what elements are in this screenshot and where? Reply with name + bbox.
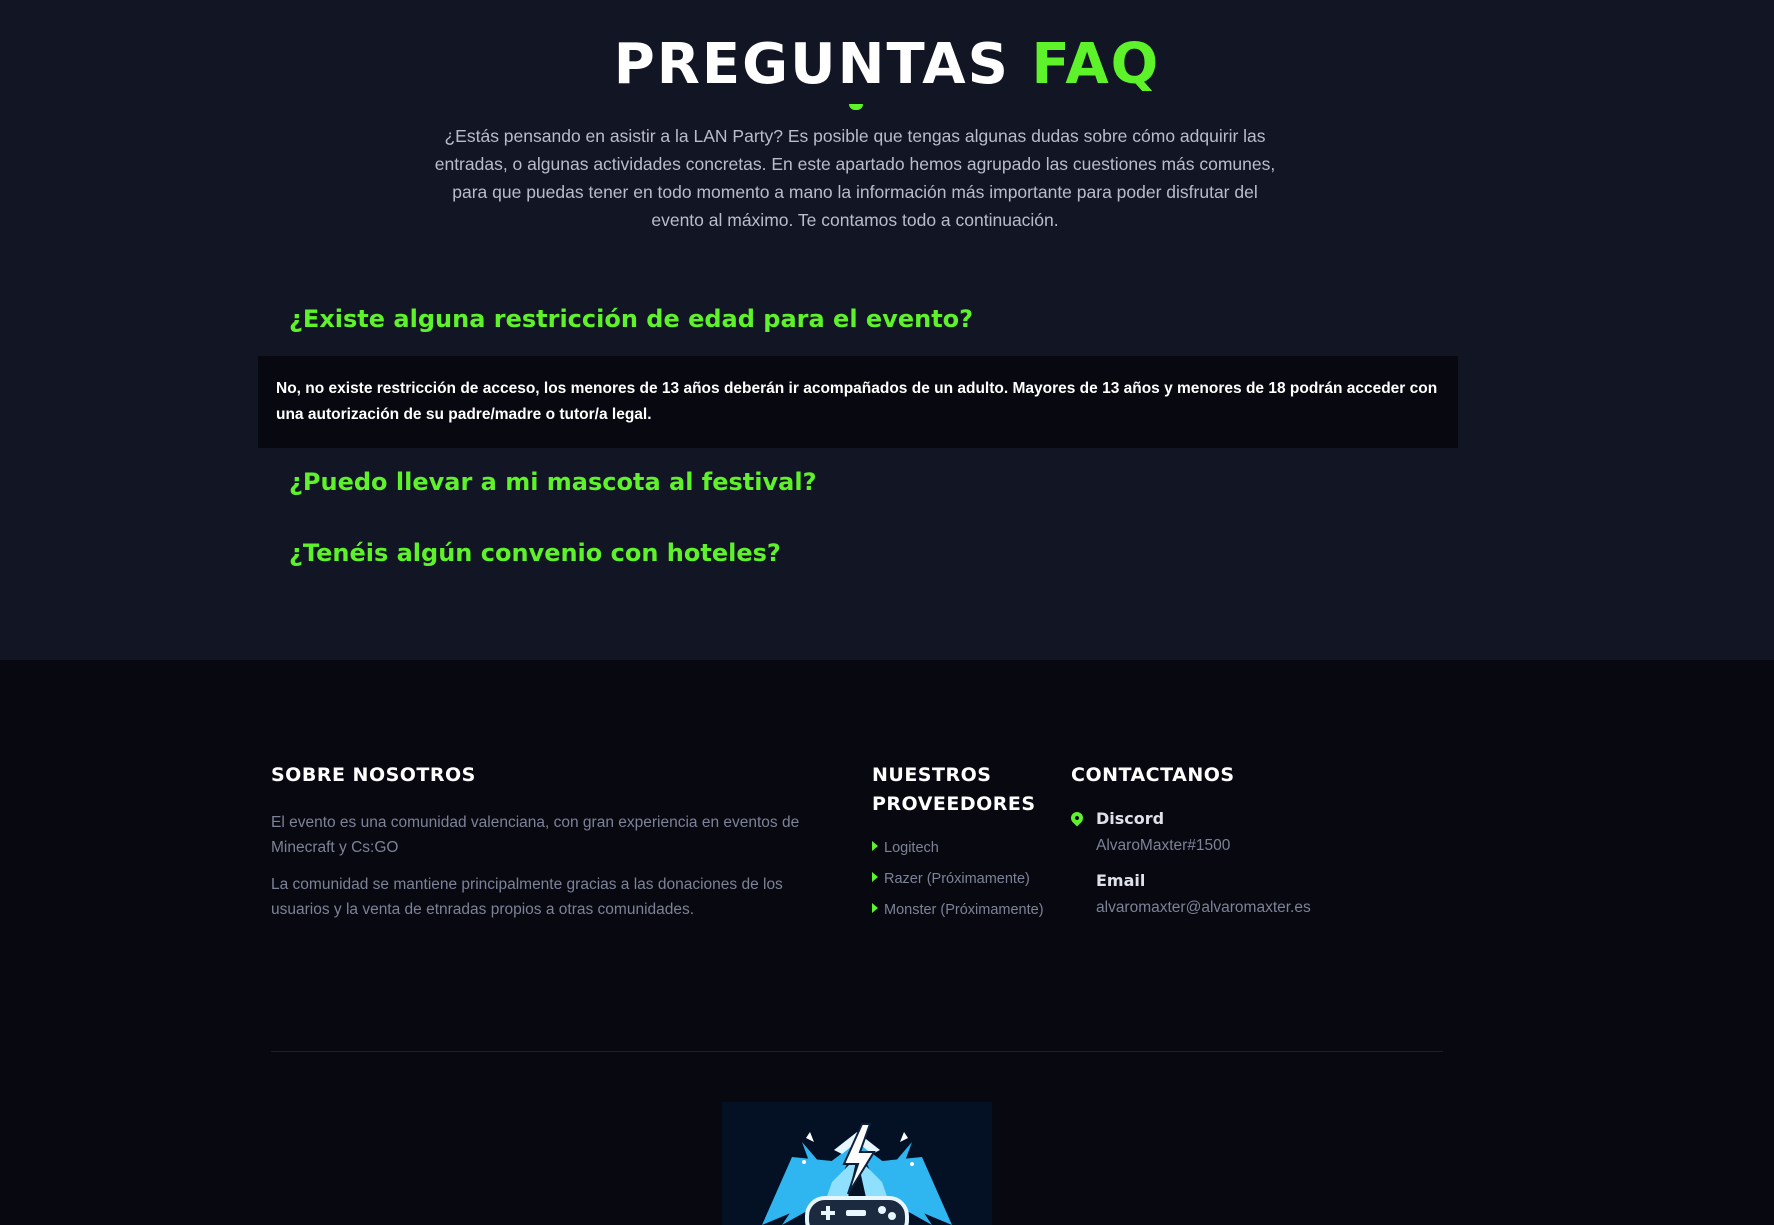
footer-contact-title: CONTACTANOS [1071,764,1235,786]
footer-divider [271,1051,1443,1052]
footer-providers-list: Logitech Razer (Próximamente) Monster (P… [872,836,1052,929]
faq-title: PREGUNTAS FAQ [0,30,1774,100]
faq-intro: ¿Estás pensando en asistir a la LAN Part… [434,126,1276,230]
footer-about-title: SOBRE NOSOTROS [271,764,476,786]
faq-question-hotels[interactable]: ¿Tenéis algún convenio con hoteles? [289,536,781,570]
faq-title-main: PREGUNTAS [613,32,1010,97]
footer-about-paragraph: La comunidad se mantiene principalmente … [271,876,783,918]
provider-item[interactable]: Razer (Próximamente) [872,867,1052,892]
provider-label: Logitech [884,840,939,856]
provider-label: Razer (Próximamente) [884,871,1030,887]
caret-right-icon [872,872,878,882]
provider-item[interactable]: Monster (Próximamente) [872,898,1052,923]
faq-question-age[interactable]: ¿Existe alguna restricción de edad para … [289,302,973,336]
map-pin-icon [1068,809,1086,827]
faq-answer-text: No, no existe restricción de acceso, los… [276,380,1438,423]
faq-title-accent: FAQ [1031,32,1161,97]
contact-email-label: Email [1096,871,1146,890]
provider-item[interactable]: Logitech [872,836,1052,861]
faq-section: PREGUNTAS FAQ ¿Estás pensando en asistir… [0,0,1774,660]
footer-about-paragraph: El evento es una comunidad valenciana, c… [271,814,800,856]
contact-discord-label: Discord [1096,809,1165,828]
contact-email-link[interactable]: alvaromaxter@alvaromaxter.es [1096,897,1311,919]
gamepad-lightning-logo [722,1102,992,1225]
faq-question-pets[interactable]: ¿Puedo llevar a mi mascota al festival? [289,465,817,499]
provider-label: Monster (Próximamente) [884,902,1044,918]
faq-answer-age: No, no existe restricción de acceso, los… [258,356,1458,448]
contact-discord-value: AlvaroMaxter#1500 [1096,837,1231,854]
logo-graphic [762,1123,952,1225]
footer-providers-title: NUESTROS PROVEEDORES [872,764,1036,815]
chevron-down-icon [849,104,863,110]
caret-right-icon [872,903,878,913]
caret-right-icon [872,841,878,851]
